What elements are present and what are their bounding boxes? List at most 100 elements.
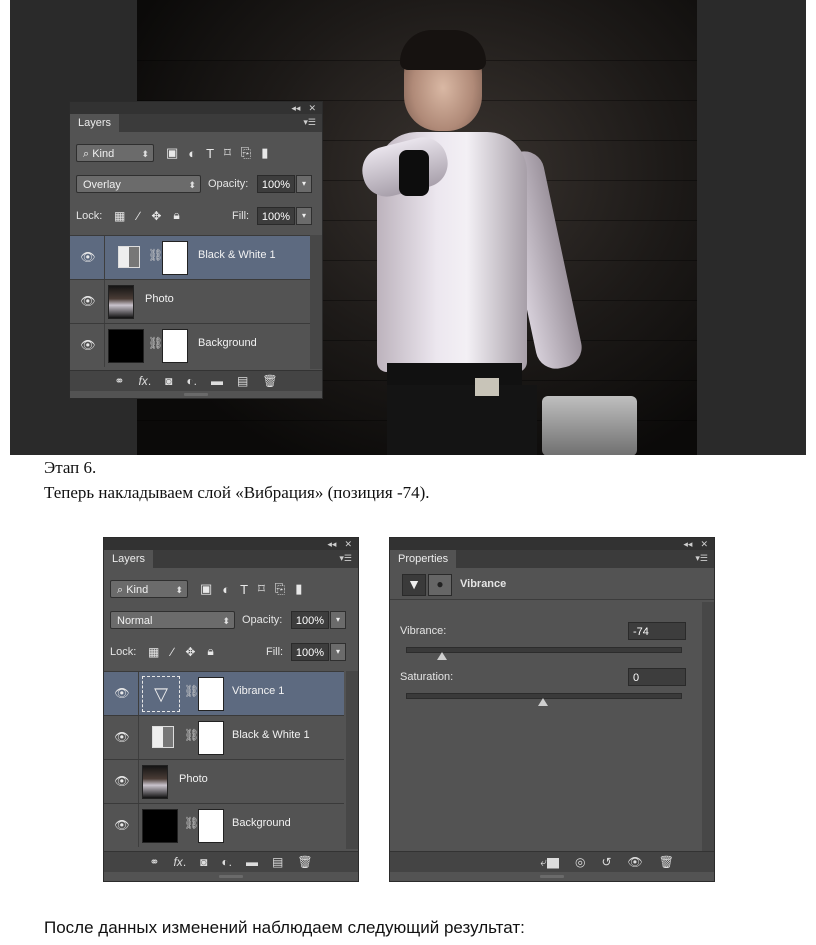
smart-object-filter-icon[interactable]: ⎘: [275, 581, 285, 597]
eye-icon[interactable]: 👁︎: [114, 729, 130, 745]
layer-row[interactable]: 👁︎ ▽ ⛓︎ Vibrance 1: [104, 671, 344, 715]
type-filter-icon[interactable]: T: [206, 146, 214, 161]
opacity-dropdown[interactable]: ▾: [330, 611, 346, 629]
folder-icon[interactable]: ▬: [246, 855, 258, 869]
lock-move-icon[interactable]: ✥: [151, 209, 161, 223]
tab-layers[interactable]: Layers: [104, 550, 154, 568]
kind-filter-select[interactable]: ⌕ Kind ⬍: [76, 144, 154, 162]
pixel-filter-icon[interactable]: ▣: [200, 581, 212, 597]
eye-icon[interactable]: 👁︎: [114, 817, 130, 833]
eye-icon[interactable]: 👁︎: [114, 685, 130, 701]
adjustment-filter-icon[interactable]: ◐: [188, 146, 196, 161]
scrollbar[interactable]: [346, 671, 358, 849]
lock-transparent-icon[interactable]: ▦: [148, 645, 159, 659]
opacity-input[interactable]: 100%: [291, 611, 329, 629]
fx-icon[interactable]: fx.: [138, 374, 151, 388]
vibrance-slider-thumb[interactable]: [436, 652, 447, 660]
scrollbar[interactable]: [310, 235, 322, 369]
mask-icon[interactable]: ◙: [165, 374, 172, 388]
visibility-icon[interactable]: 👁︎: [628, 855, 643, 869]
lock-transparent-icon[interactable]: ▦: [114, 209, 125, 223]
opacity-dropdown[interactable]: ▾: [296, 175, 312, 193]
saturation-slider-thumb[interactable]: [538, 698, 548, 706]
mask-icon[interactable]: ◙: [200, 855, 207, 869]
shape-filter-icon[interactable]: ⌑: [224, 145, 231, 161]
lock-all-icon[interactable]: 🔒︎: [173, 208, 179, 223]
trash-icon[interactable]: 🗑︎: [262, 374, 277, 388]
layer-row[interactable]: 👁︎ ⛓︎ Background: [70, 323, 310, 367]
type-filter-icon[interactable]: T: [240, 582, 248, 597]
layer-row[interactable]: 👁︎ ⛓︎ Black & White 1: [70, 235, 310, 279]
layer-mask-thumbnail[interactable]: [198, 677, 224, 711]
layer-row[interactable]: 👁︎ ⛓︎ Black & White 1: [104, 715, 344, 759]
link-icon[interactable]: ⚭: [114, 374, 124, 388]
opacity-input[interactable]: 100%: [257, 175, 295, 193]
adjustment-icon[interactable]: ◐.: [186, 374, 197, 388]
blend-mode-select[interactable]: Normal ⬍: [110, 611, 235, 629]
close-icon[interactable]: ✕: [700, 539, 708, 550]
layer-row[interactable]: 👁︎ Photo: [104, 759, 344, 803]
eye-icon[interactable]: 👁︎: [80, 249, 96, 265]
fill-dropdown[interactable]: ▾: [330, 643, 346, 661]
chain-link-icon[interactable]: ⛓︎: [148, 248, 163, 262]
mask-icon[interactable]: ●: [428, 574, 452, 596]
chain-link-icon[interactable]: ⛓︎: [184, 816, 199, 830]
collapse-icon[interactable]: ◂◂: [291, 103, 300, 114]
panel-menu-icon[interactable]: ▾☰: [339, 553, 352, 564]
chain-link-icon[interactable]: ⛓︎: [148, 336, 163, 350]
resize-grip[interactable]: [219, 875, 243, 878]
view-previous-icon[interactable]: ◎: [575, 855, 585, 869]
vibrance-slider-track[interactable]: [406, 647, 682, 653]
eye-icon[interactable]: 👁︎: [114, 773, 130, 789]
collapse-icon[interactable]: ◂◂: [683, 539, 692, 550]
blend-mode-select[interactable]: Overlay ⬍: [76, 175, 201, 193]
chain-link-icon[interactable]: ⛓︎: [184, 684, 199, 698]
filter-toggle-icon[interactable]: ▮: [295, 581, 302, 597]
filter-toggle-icon[interactable]: ▮: [261, 145, 268, 161]
new-layer-icon[interactable]: ▤: [237, 374, 248, 388]
layer-thumbnail[interactable]: [108, 285, 134, 319]
fill-dropdown[interactable]: ▾: [296, 207, 312, 225]
lock-brush-icon[interactable]: ∕: [137, 209, 139, 223]
layer-thumbnail[interactable]: [142, 765, 168, 799]
kind-filter-select[interactable]: ⌕ Kind ⬍: [110, 580, 188, 598]
trash-icon[interactable]: 🗑︎: [297, 855, 312, 869]
panel-menu-icon[interactable]: ▾☰: [695, 553, 708, 564]
fx-icon[interactable]: fx.: [173, 855, 186, 869]
reset-icon[interactable]: ↺: [601, 855, 611, 869]
layer-thumbnail[interactable]: [108, 329, 144, 363]
new-layer-icon[interactable]: ▤: [272, 855, 283, 869]
lock-brush-icon[interactable]: ∕: [171, 645, 173, 659]
layer-mask-thumbnail[interactable]: [198, 721, 224, 755]
tab-properties[interactable]: Properties: [390, 550, 457, 568]
layer-mask-thumbnail[interactable]: [162, 329, 188, 363]
vibrance-input[interactable]: -74: [628, 622, 686, 640]
collapse-icon[interactable]: ◂◂: [327, 539, 336, 550]
layer-thumbnail[interactable]: [142, 809, 178, 843]
clip-icon[interactable]: ⤶▇: [540, 855, 559, 870]
eye-icon[interactable]: 👁︎: [80, 337, 96, 353]
adjustment-icon[interactable]: ◐.: [221, 855, 232, 869]
eye-icon[interactable]: 👁︎: [80, 293, 96, 309]
layer-row[interactable]: 👁︎ Photo: [70, 279, 310, 323]
link-icon[interactable]: ⚭: [149, 855, 159, 869]
layer-row[interactable]: 👁︎ ⛓︎ Background: [104, 803, 344, 847]
close-icon[interactable]: ✕: [344, 539, 352, 550]
panel-menu-icon[interactable]: ▾☰: [303, 117, 316, 128]
adjustment-filter-icon[interactable]: ◐: [222, 582, 230, 597]
layer-mask-thumbnail[interactable]: [162, 241, 188, 275]
trash-icon[interactable]: 🗑︎: [659, 855, 674, 869]
saturation-input[interactable]: 0: [628, 668, 686, 686]
resize-grip[interactable]: [540, 875, 564, 878]
scrollbar[interactable]: [702, 602, 714, 851]
layer-mask-thumbnail[interactable]: [198, 809, 224, 843]
pixel-filter-icon[interactable]: ▣: [166, 145, 178, 161]
close-icon[interactable]: ✕: [308, 103, 316, 114]
lock-all-icon[interactable]: 🔒︎: [207, 644, 213, 659]
lock-move-icon[interactable]: ✥: [185, 645, 195, 659]
smart-object-filter-icon[interactable]: ⎘: [241, 145, 251, 161]
chain-link-icon[interactable]: ⛓︎: [184, 728, 199, 742]
shape-filter-icon[interactable]: ⌑: [258, 581, 265, 597]
fill-input[interactable]: 100%: [257, 207, 295, 225]
folder-icon[interactable]: ▬: [211, 374, 223, 388]
